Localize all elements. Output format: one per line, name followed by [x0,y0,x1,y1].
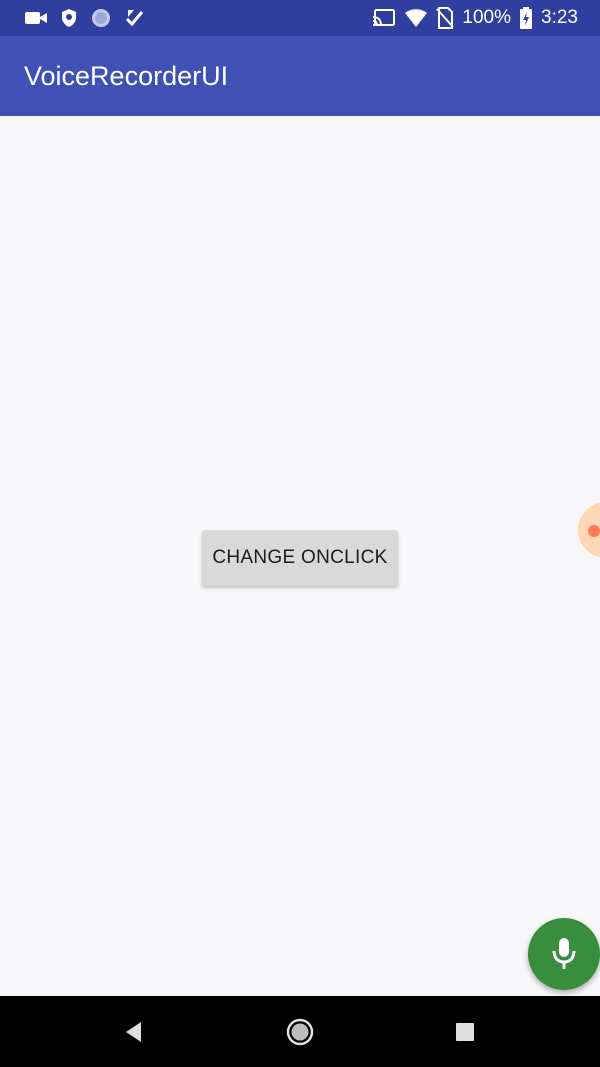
video-camera-icon [24,9,48,27]
recents-button[interactable] [447,1014,483,1050]
wifi-icon [404,8,428,28]
no-sim-icon [436,7,455,29]
status-time: 3:23 [541,7,578,28]
home-icon [286,1018,314,1046]
navigation-bar [0,996,600,1067]
status-bar: 100% 3:23 [0,0,600,36]
main-content: CHANGE ONCLICK [0,116,600,996]
touch-indicator-dot [588,525,600,537]
back-icon [124,1021,144,1043]
recents-icon [455,1022,475,1042]
cast-icon [372,8,396,28]
change-onclick-button[interactable]: CHANGE ONCLICK [202,530,398,586]
back-button[interactable] [116,1014,152,1050]
app-bar: VoiceRecorderUI [0,36,600,116]
battery-charging-icon [519,7,533,29]
microphone-icon [549,936,579,972]
record-fab-button[interactable] [528,918,600,990]
globe-icon [90,7,112,29]
status-left-icons [24,6,144,30]
home-button[interactable] [282,1014,318,1050]
shield-icon [60,8,78,28]
battery-percent: 100% [462,7,512,28]
app-title: VoiceRecorderUI [24,61,229,91]
status-right-icons: 100% 3:23 [372,6,578,30]
download-check-icon [124,8,144,28]
